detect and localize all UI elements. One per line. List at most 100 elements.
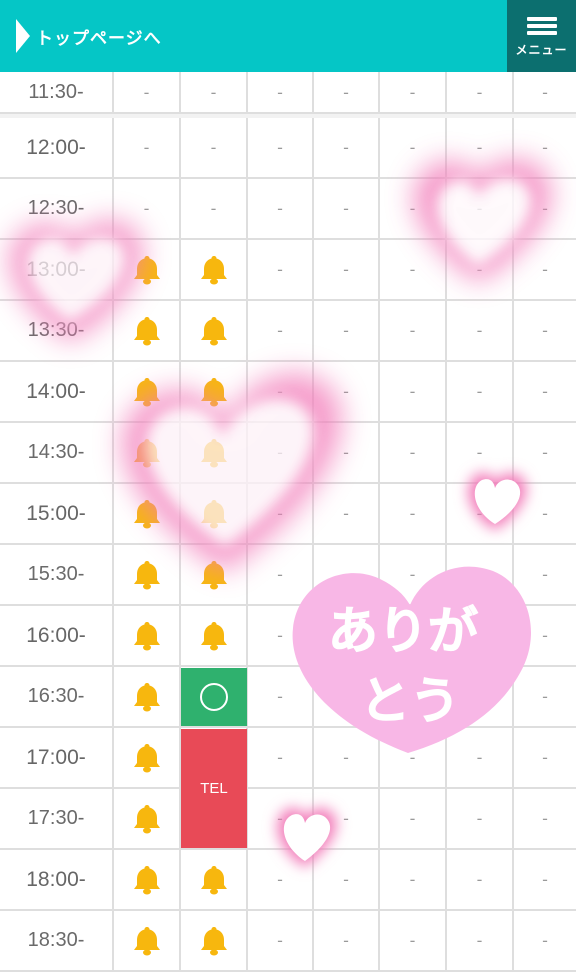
unavailable-slot: - [314,789,380,848]
unavailable-slot: - [114,72,181,112]
dash-mark: - [476,382,483,401]
bell-icon [133,865,160,894]
dash-mark: - [409,931,416,950]
dash-mark: - [277,260,283,279]
unavailable-slot: - [248,72,314,112]
unavailable-slot: - [114,179,181,238]
unavailable-slot: - [514,850,576,909]
schedule-row: 13:30- - - - - - [0,301,576,362]
unavailable-slot: - [447,301,514,360]
request-slot[interactable] [181,423,248,482]
menu-button[interactable]: メニュー [507,0,576,72]
unavailable-slot: - [447,789,514,848]
dash-mark: - [210,82,217,102]
dash-mark: - [343,82,349,102]
request-slot[interactable] [181,850,248,909]
dash-mark: - [542,443,548,462]
dash-mark: - [210,138,217,157]
bell-icon [133,621,160,650]
request-slot[interactable] [114,911,181,970]
unavailable-slot: - [114,118,181,177]
dash-mark: - [409,260,416,279]
schedule-row: 18:30- - - - - - [0,911,576,972]
schedule-row: 13:00- - - - - - [0,240,576,301]
dash-mark: - [343,931,349,950]
dash-mark: - [343,809,349,828]
open-slot-button[interactable] [181,668,247,726]
request-slot[interactable] [181,240,248,299]
request-slot[interactable] [114,240,181,299]
time-label: 17:30- [0,789,114,848]
request-slot[interactable] [114,728,181,787]
time-label: 12:30- [0,179,114,238]
bell-icon [200,316,227,345]
request-slot[interactable] [181,911,248,970]
unavailable-slot: - [514,362,576,421]
dash-mark: - [409,870,416,889]
request-slot[interactable] [181,362,248,421]
request-slot[interactable] [114,667,181,726]
request-slot[interactable] [181,545,248,604]
dash-mark: - [277,687,283,706]
bell-icon [133,926,160,955]
dash-mark: - [409,443,416,462]
dash-mark: - [476,260,483,279]
dash-mark: - [277,809,283,828]
bell-icon [133,682,160,711]
request-slot[interactable] [114,850,181,909]
thanks-line-2: とう [360,672,460,730]
bell-icon [200,255,227,284]
header-bar: トップページへ メニュー [0,0,576,72]
unavailable-slot: - [248,362,314,421]
request-slot[interactable] [114,606,181,665]
unavailable-slot: - [314,72,380,112]
top-page-link[interactable]: トップページへ [14,18,162,54]
dash-mark: - [277,504,283,523]
hamburger-icon [526,14,557,38]
unavailable-slot: - [181,118,248,177]
request-slot[interactable] [114,484,181,543]
schedule-row: 18:00- - - - - - [0,850,576,911]
schedule-row: 14:30- - - - - - [0,423,576,484]
tel-slot-button[interactable]: TEL [181,729,247,848]
dash-mark: - [277,199,283,218]
menu-label: メニュー [515,43,568,57]
dash-mark: - [476,443,483,462]
schedule-row: 14:00- - - - - - [0,362,576,423]
thanks-line-1: ありが [328,602,478,660]
request-slot[interactable] [181,484,248,543]
schedule-row: 12:30- - - - - - - - [0,179,576,240]
time-label: 14:00- [0,362,114,421]
unavailable-slot: - [514,72,576,112]
unavailable-slot: - [380,789,447,848]
dash-mark: - [542,809,548,828]
bell-icon [133,438,160,467]
dash-mark: - [409,82,416,102]
dash-mark: - [343,260,349,279]
request-slot[interactable] [114,789,181,848]
request-slot[interactable] [114,301,181,360]
dash-mark: - [542,321,548,340]
unavailable-slot: - [248,484,314,543]
unavailable-slot: - [380,850,447,909]
request-slot[interactable] [114,362,181,421]
dash-mark: - [409,321,416,340]
request-slot[interactable] [181,606,248,665]
unavailable-slot: - [447,850,514,909]
unavailable-slot: - [447,240,514,299]
dash-mark: - [476,321,483,340]
unavailable-slot: - [447,72,514,112]
request-slot[interactable] [114,423,181,482]
request-slot[interactable] [114,545,181,604]
dash-mark: - [343,870,349,889]
time-label: 14:30- [0,423,114,482]
dash-mark: - [476,82,483,102]
request-slot[interactable] [181,301,248,360]
time-label: 18:00- [0,850,114,909]
dash-mark: - [476,809,483,828]
unavailable-slot: - [181,72,248,112]
dash-mark: - [343,321,349,340]
dash-mark: - [542,565,548,584]
dash-mark: - [542,687,548,706]
unavailable-slot: - [447,484,514,543]
